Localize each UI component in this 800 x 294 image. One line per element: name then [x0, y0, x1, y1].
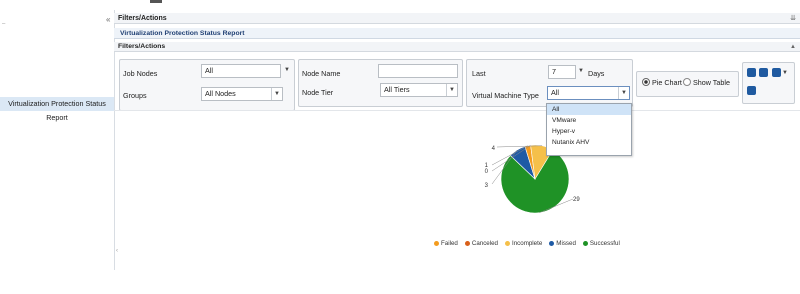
legend-item-incomplete[interactable]: Incomplete	[505, 240, 542, 247]
pie-value-label: 0	[485, 169, 489, 175]
vm-type-value: All	[551, 88, 559, 97]
job-nodes-value: All	[205, 66, 213, 75]
content-divider	[114, 110, 800, 111]
filters-actions-title: Filters/Actions	[118, 15, 167, 22]
pie-value-label: 4	[492, 146, 496, 152]
legend-marker	[434, 240, 439, 246]
job-nodes-select[interactable]: All	[201, 64, 281, 78]
collapse-sidebar-icon[interactable]: «	[106, 15, 110, 24]
vm-type-dropdown-list: All VMware Hyper-v Nutanix AHV	[546, 103, 632, 156]
save-dropdown-icon[interactable]: ▼	[782, 70, 788, 76]
last-days-dropdown-icon[interactable]: ▼	[578, 68, 584, 74]
show-table-radio[interactable]: Show Table	[683, 78, 730, 87]
filters-section-title: Filters/Actions	[118, 43, 166, 50]
node-tier-dropdown-icon[interactable]: ▼	[446, 84, 457, 96]
radio-unchecked-icon	[683, 78, 691, 86]
node-name-input[interactable]	[378, 64, 458, 78]
pie-chart-radio[interactable]: Pie Chart	[642, 78, 682, 87]
legend-item-canceled[interactable]: Canceled	[464, 240, 499, 247]
vm-type-option[interactable]: VMware	[547, 115, 631, 126]
legend-marker	[582, 240, 588, 246]
pie-value-label: 3	[485, 183, 489, 189]
vm-type-dropdown-icon[interactable]: ▼	[618, 87, 629, 99]
legend-marker	[505, 240, 511, 246]
refresh-icon[interactable]	[747, 86, 756, 95]
legend-item-failed[interactable]: Failed	[434, 240, 458, 247]
vm-type-option[interactable]: Nutanix AHV	[547, 137, 631, 148]
last-label: Last	[472, 69, 486, 78]
groups-value: All Nodes	[205, 89, 236, 98]
job-nodes-dropdown-icon[interactable]: ▼	[284, 67, 290, 73]
vm-type-select[interactable]: All ▼	[547, 86, 630, 100]
legend-label: Successful	[589, 240, 620, 247]
legend-label: Missed	[556, 240, 576, 247]
pie-chart-label: Pie Chart	[651, 78, 682, 87]
node-tier-select[interactable]: All Tiers ▼	[380, 83, 458, 97]
vm-type-label: Virtual Machine Type	[472, 91, 539, 100]
chart-legend: Failed Canceled Incomplete Missed Successful	[434, 240, 627, 247]
save-icon[interactable]	[772, 68, 781, 77]
radio-checked-icon	[642, 78, 650, 86]
collapse-filters-icon[interactable]: ▲	[790, 42, 796, 52]
legend-marker	[464, 240, 470, 246]
job-nodes-label: Job Nodes	[123, 69, 158, 78]
filters-actions-bar: Filters/Actions ⇊	[114, 13, 800, 24]
node-tier-label: Node Tier	[302, 88, 334, 97]
report-title-bar: Virtualization Protection Status Report	[114, 28, 800, 39]
last-days-input[interactable]: 7	[548, 65, 576, 79]
sidebar-item-virtualization-report[interactable]: Virtualization Protection Status Report	[0, 97, 114, 122]
filters-section-header: Filters/Actions ▲	[114, 42, 800, 52]
legend-label: Failed	[441, 240, 458, 247]
pie-value-label: 29	[573, 197, 580, 203]
legend-label: Incomplete	[512, 240, 543, 247]
legend-item-successful[interactable]: Successful	[582, 240, 620, 247]
collapse-panel-icon[interactable]: ⇊	[790, 13, 796, 24]
legend-item-missed[interactable]: Missed	[549, 240, 576, 247]
last-days-value: 7	[552, 67, 556, 76]
vm-type-option[interactable]: All	[547, 104, 631, 115]
groups-select[interactable]: All Nodes ▼	[201, 87, 283, 101]
days-label: Days	[588, 69, 605, 78]
report-title: Virtualization Protection Status Report	[120, 30, 245, 37]
groups-dropdown-icon[interactable]: ▼	[271, 88, 282, 100]
home-icon[interactable]	[747, 68, 756, 77]
groups-label: Groups	[123, 91, 147, 100]
legend-marker	[549, 240, 555, 246]
email-icon[interactable]	[759, 68, 768, 77]
sidebar	[0, 10, 115, 270]
active-tab-marker	[150, 0, 162, 3]
splitter-grip-icon[interactable]: ‹	[116, 248, 118, 254]
node-name-label: Node Name	[302, 69, 341, 78]
node-tier-value: All Tiers	[384, 85, 410, 94]
show-table-label: Show Table	[692, 78, 730, 87]
vm-type-option[interactable]: Hyper-v	[547, 126, 631, 137]
sidebar-tree-marker: –	[2, 21, 6, 27]
legend-label: Canceled	[471, 240, 499, 247]
